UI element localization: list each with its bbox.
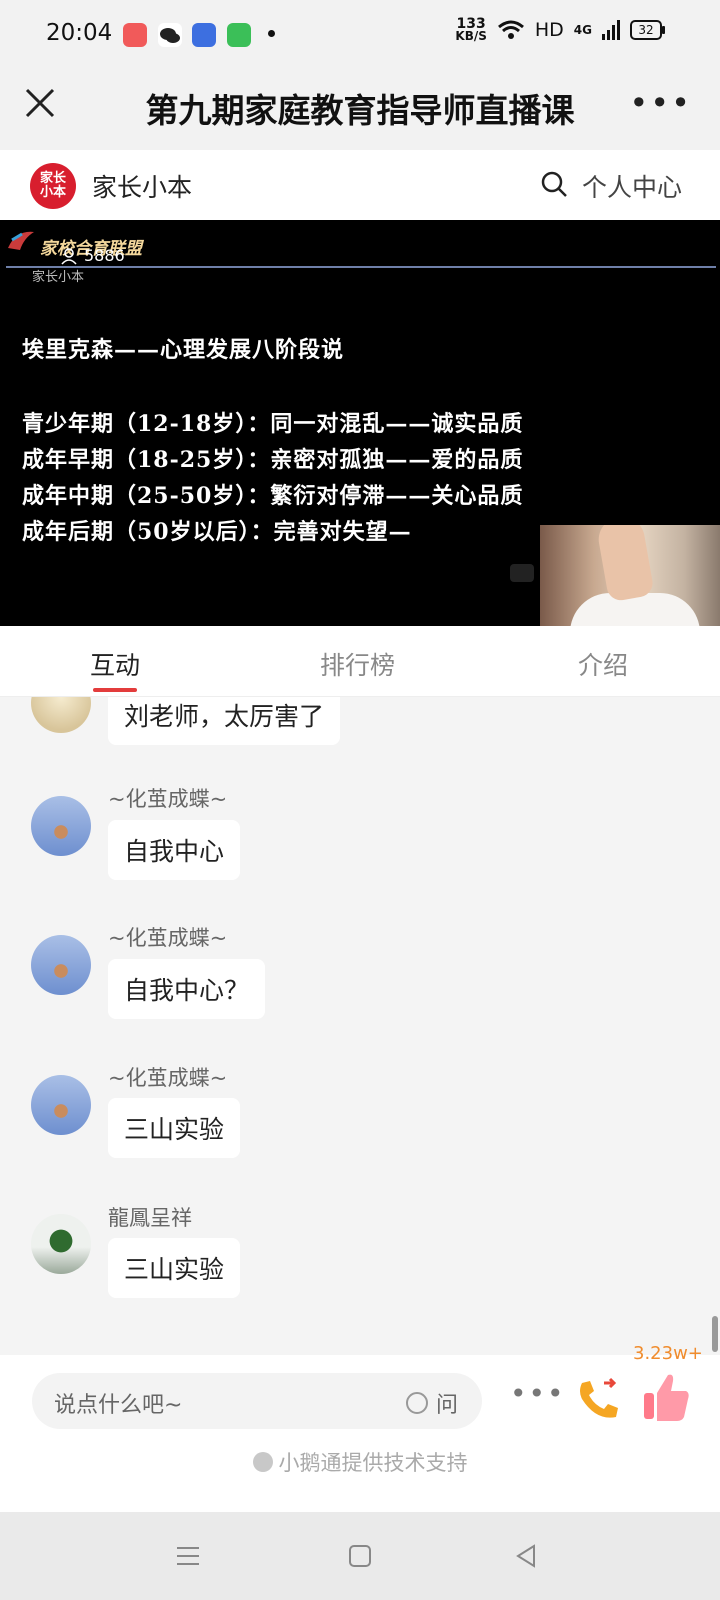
notification-dot-icon: [268, 30, 275, 37]
radio-circle-icon: [406, 1392, 428, 1414]
live-video[interactable]: 家校合育联盟 5886 家长小本 埃里克森——心理发展八阶段说 青少年期（12-…: [0, 220, 720, 626]
support-text: 小鹅通提供技术支持: [278, 1451, 468, 1475]
video-divider: [6, 266, 716, 268]
bottom-action-bar: 说点什么吧~ 问 ••• 3.23w+ 小鹅通提供技术支持: [0, 1343, 720, 1512]
wechat-icon: [158, 23, 182, 47]
like-button[interactable]: [642, 1371, 692, 1423]
more-actions-button[interactable]: •••: [510, 1377, 566, 1410]
chat-scrollbar[interactable]: [712, 1316, 718, 1352]
title-bar: 第九期家庭教育指导师直播课 •••: [0, 70, 720, 150]
user-name: ~化茧成蝶~: [108, 787, 228, 811]
ask-label: 问: [436, 1393, 459, 1418]
search-icon: [541, 171, 567, 197]
slide-line: 青少年期（12-18岁）：同一对混乱——诚实品质: [22, 411, 524, 437]
more-options-button[interactable]: •••: [629, 84, 692, 122]
viewer-count: 5886: [60, 246, 125, 265]
search-button[interactable]: [540, 170, 568, 198]
user-name: ~化茧成蝶~: [108, 1066, 228, 1090]
hd-label: HD: [534, 19, 564, 41]
back-icon[interactable]: [512, 1542, 540, 1570]
site-logo[interactable]: 家长小本: [30, 163, 76, 209]
user-avatar[interactable]: [31, 1214, 91, 1274]
call-button[interactable]: [574, 1377, 622, 1423]
message-bubble: 自我中心: [108, 820, 241, 880]
close-button[interactable]: [22, 85, 58, 121]
user-name: ~化茧成蝶~: [108, 926, 228, 950]
message-bubble: 三山实验: [108, 1238, 241, 1298]
thumbs-up-icon: [644, 1374, 689, 1421]
site-name[interactable]: 家长小本: [92, 168, 192, 204]
tab-bar: 互动 排行榜 介绍: [0, 626, 720, 697]
tab-introduction[interactable]: 介绍: [578, 646, 628, 682]
teacher-camera-inset[interactable]: [540, 525, 720, 626]
teacher-figure: [570, 593, 700, 626]
video-control-icon[interactable]: [510, 564, 534, 582]
page-title: 第九期家庭教育指导师直播课: [145, 91, 575, 130]
like-count: 3.23w+: [633, 1343, 703, 1364]
comment-input-placeholder: 说点什么吧~: [54, 1393, 183, 1418]
brand-bird-icon: [8, 231, 34, 250]
message-bubble: 三山实验: [108, 1098, 241, 1158]
battery-icon: 32: [630, 20, 665, 40]
baidu-icon: [192, 23, 216, 47]
speed-unit: KB/S: [455, 29, 487, 43]
comment-input[interactable]: 说点什么吧~ 问: [32, 1373, 482, 1429]
app-icon-pink: [123, 23, 147, 47]
network-speed: 133 KB/S: [455, 17, 487, 43]
close-icon: [25, 88, 55, 118]
chat-list[interactable]: 刘老师，太厉害了 ~化茧成蝶~ 自我中心 ~化茧成蝶~ 自我中心？ ~化茧成蝶~…: [0, 697, 720, 1355]
viewer-count-value: 5886: [84, 246, 125, 265]
xiaoetong-logo-icon: [252, 1452, 273, 1472]
video-sub-label: 家长小本: [32, 270, 85, 285]
green-app-icon: [227, 23, 251, 47]
message-bubble: 自我中心？: [108, 959, 266, 1019]
phone-icon: [580, 1377, 618, 1418]
user-icon: [61, 247, 77, 265]
user-avatar[interactable]: [31, 1075, 91, 1135]
status-time: 20:04: [46, 20, 113, 46]
user-avatar[interactable]: [31, 697, 91, 733]
menu-icon[interactable]: [174, 1542, 202, 1570]
tab-interact[interactable]: 互动: [90, 646, 140, 682]
slide-title: 埃里克森——心理发展八阶段说: [22, 337, 345, 363]
system-nav-bar: [0, 1512, 720, 1600]
active-tab-indicator: [93, 688, 137, 692]
slide-line: 成年后期（50岁以后）：完善对失望—: [22, 519, 412, 545]
status-bar: 20:04 133 KB/S HD 4G 32: [0, 0, 720, 70]
user-name: 龍鳳呈祥: [108, 1206, 192, 1230]
user-avatar[interactable]: [31, 796, 91, 856]
user-avatar[interactable]: [31, 935, 91, 995]
site-logo-text: 家长小本: [39, 171, 66, 200]
slide-line: 成年早期（18-25岁）：亲密对孤独——爱的品质: [22, 447, 524, 473]
ask-question-toggle[interactable]: 问: [406, 1387, 458, 1419]
slide-line: 成年中期（25-50岁）：繁衍对停滞——关心品质: [22, 483, 524, 509]
home-icon[interactable]: [346, 1542, 374, 1570]
network-label: 4G: [573, 23, 592, 37]
signal-icon: [602, 20, 620, 40]
personal-center-link[interactable]: 个人中心: [582, 168, 682, 204]
teacher-hand: [595, 525, 655, 603]
tab-ranking[interactable]: 排行榜: [320, 646, 395, 682]
tech-support-credit: 小鹅通提供技术支持: [0, 1447, 720, 1477]
wifi-icon: [497, 20, 524, 39]
message-bubble: 刘老师，太厉害了: [108, 697, 341, 745]
status-indicators: 133 KB/S HD 4G 32: [455, 17, 665, 43]
site-header: 家长小本 家长小本 个人中心: [0, 150, 720, 220]
